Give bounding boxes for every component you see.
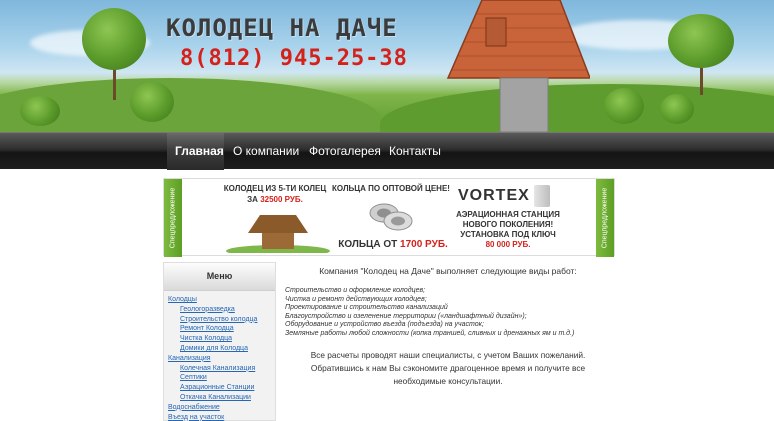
menu-item-driveway[interactable]: Въезд на участок [164,413,275,421]
offer3-line1: АЭРАЦИОННАЯ СТАНЦИЯ [456,210,560,219]
nav-item-about[interactable]: О компании [225,133,307,170]
menu-item-well-houses[interactable]: Домики для Колодца [164,344,275,354]
offer1-prefix: ЗА [247,195,258,204]
well-illustration [226,215,330,253]
offer2-price-line: КОЛЬЦА ОТ 1700 РУБ. [334,239,452,250]
outro-text: Все расчеты проводят наши специалисты, с… [283,349,613,388]
offer1-price: 32500 РУБ. [260,195,303,204]
outro-line: необходимые консультации. [393,375,503,386]
menu-title: Меню [164,263,275,291]
service-item: Строительство и оформление колодцев; [285,287,426,294]
intro-text: Компания "Колодец на Даче" выполняет сле… [319,266,577,276]
nav-item-home[interactable]: Главная [167,133,224,170]
menu-item-well-repair[interactable]: Ремонт Колодца [164,324,275,334]
nav-item-gallery[interactable]: Фотогалерея [301,133,389,170]
outro-line: Обратившись к нам Вы сэкономите драгоцен… [310,362,586,373]
page: КОЛОДЕЦ НА ДАЧЕ 8(812) 945-25-38 Главная… [0,0,774,421]
offer1-price-line: ЗА 32500 РУБ. [220,195,330,204]
special-offer-tab-right: Спецпредложение [596,179,614,257]
offer3-price: 80 000 РУБ. [485,240,531,249]
service-item: Земляные работы любой сложности (копка т… [285,329,575,337]
side-tab-label: Спецпредложение [169,187,177,249]
main-nav: Главная О компании Фотогалерея Контакты [0,132,774,170]
site-header: КОЛОДЕЦ НА ДАЧЕ 8(812) 945-25-38 [0,0,774,132]
menu-item-sewage-pumping[interactable]: Откачка Канализации [164,393,275,403]
offer2-title: КОЛЬЦА ПО ОПТОВОЙ ЦЕНЕ! [332,184,450,193]
special-offer-tab-left: Спецпредложение [164,179,182,257]
bush [604,88,644,124]
service-item: Оборудование и устройство въезда (подъез… [285,321,484,329]
tree [668,14,734,68]
menu-item-aeration-stations[interactable]: Аэрационные Станции [164,383,275,393]
menu-item-well-cleaning[interactable]: Чистка Колодца [164,334,275,344]
offer3-line2: НОВОГО ПОКОЛЕНИЯ! [462,220,554,229]
promo-banner[interactable]: Спецпредложение Спецпредложение КОЛОДЕЦ … [163,178,615,257]
offer2-price: 1700 РУБ. [400,239,448,250]
vortex-logo: VORTEX [458,187,530,204]
offer3-line3: УСТАНОВКА ПОД КЛЮЧ [460,230,556,239]
menu-item-sewerage[interactable]: Канализация [164,354,275,364]
tree [82,8,146,70]
main-content: Компания "Колодец на Даче" выполняет сле… [283,262,613,388]
service-item: Чистка и ремонт действующих колодцев; [285,295,427,303]
menu-item-well-construction[interactable]: Строительство колодца [164,315,275,325]
aeration-station-icon [534,185,550,207]
menu-item-wells[interactable]: Колодцы [164,295,275,305]
menu-item-water-supply[interactable]: Водоснабжение [164,403,275,413]
menu-item-ring-sewerage[interactable]: Колечная Канализация [164,364,275,374]
bush [20,96,60,126]
well-house-illustration [446,0,590,132]
site-title: КОЛОДЕЦ НА ДАЧЕ [166,14,398,42]
offer2-prefix: КОЛЬЦА ОТ [338,239,398,250]
menu-item-septic-tanks[interactable]: Септики [164,373,275,383]
site-phone: 8(812) 945-25-38 [180,46,408,71]
menu-item-geology[interactable]: Геологоразведка [164,305,275,315]
sidebar-menu: Меню Колодцы Геологоразведка Строительст… [163,262,276,421]
outro-line: Все расчеты проводят наши специалисты, с… [310,349,586,360]
offer1-line1: КОЛОДЕЦ ИЗ 5-ТИ КОЛЕЦ [223,184,327,193]
nav-item-contacts[interactable]: Контакты [381,133,449,170]
services-list: Строительство и оформление колодцев; Чис… [283,287,613,339]
concrete-rings-illustration [369,203,413,231]
service-item: Проектирование и строительство канализац… [285,304,448,312]
bush [660,94,694,124]
menu-list: Колодцы Геологоразведка Строительство ко… [164,291,275,421]
side-tab-label: Спецпредложение [601,187,609,249]
bush [130,82,174,122]
